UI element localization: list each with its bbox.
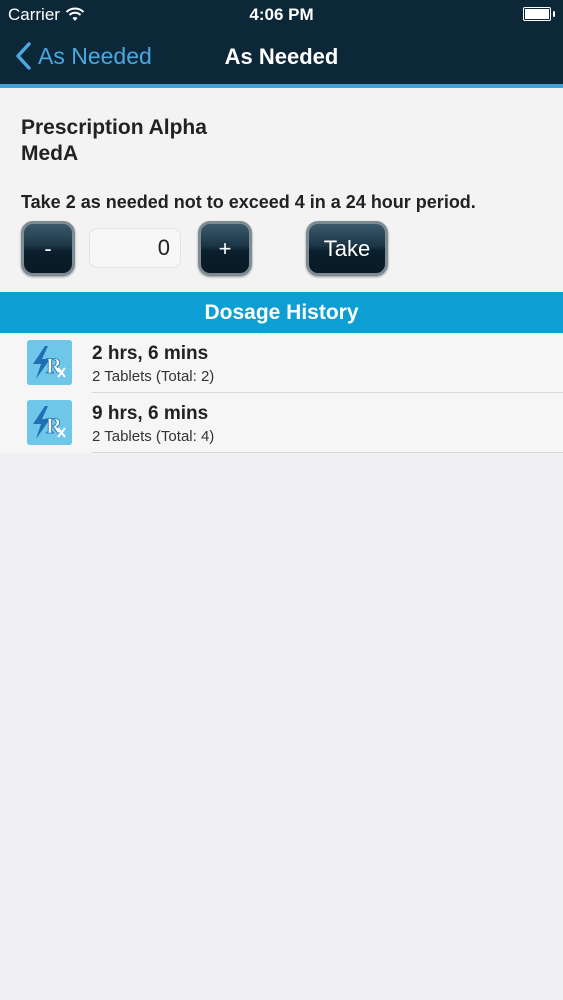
prescription-panel: Prescription Alpha MedA Take 2 as needed… xyxy=(0,88,563,292)
increment-button[interactable]: + xyxy=(198,221,252,276)
navigation-bar: Carrier 4:06 PM As Needed As Needed xyxy=(0,0,563,84)
dosage-history-header: Dosage History xyxy=(0,292,563,333)
dosage-instructions: Take 2 as needed not to exceed 4 in a 24… xyxy=(21,192,476,212)
dosage-history-list: R 2 hrs, 6 mins 2 Tablets (Total: 2) R 9… xyxy=(0,333,563,453)
history-elapsed: 9 hrs, 6 mins xyxy=(92,403,209,424)
history-elapsed: 2 hrs, 6 mins xyxy=(92,343,209,364)
list-item[interactable]: R 2 hrs, 6 mins 2 Tablets (Total: 2) xyxy=(0,333,563,393)
history-detail: 2 Tablets (Total: 4) xyxy=(92,428,215,445)
prescription-name-line1: Prescription Alpha xyxy=(21,116,207,139)
quantity-field[interactable]: 0 xyxy=(89,228,181,268)
row-divider xyxy=(92,452,563,453)
prescription-name-line2: MedA xyxy=(21,142,79,165)
decrement-button[interactable]: - xyxy=(21,221,75,276)
take-button[interactable]: Take xyxy=(306,221,388,276)
status-time: 4:06 PM xyxy=(249,5,314,24)
history-detail: 2 Tablets (Total: 2) xyxy=(92,368,215,385)
prescription-name: Prescription Alpha MedA xyxy=(21,115,207,167)
rx-lightning-icon: R xyxy=(27,340,72,385)
list-item[interactable]: R 9 hrs, 6 mins 2 Tablets (Total: 4) xyxy=(0,393,563,453)
page-title: As Needed xyxy=(224,44,339,69)
battery-icon xyxy=(523,7,555,21)
rx-lightning-icon: R xyxy=(27,400,72,445)
status-bar: Carrier 4:06 PM xyxy=(0,0,563,30)
